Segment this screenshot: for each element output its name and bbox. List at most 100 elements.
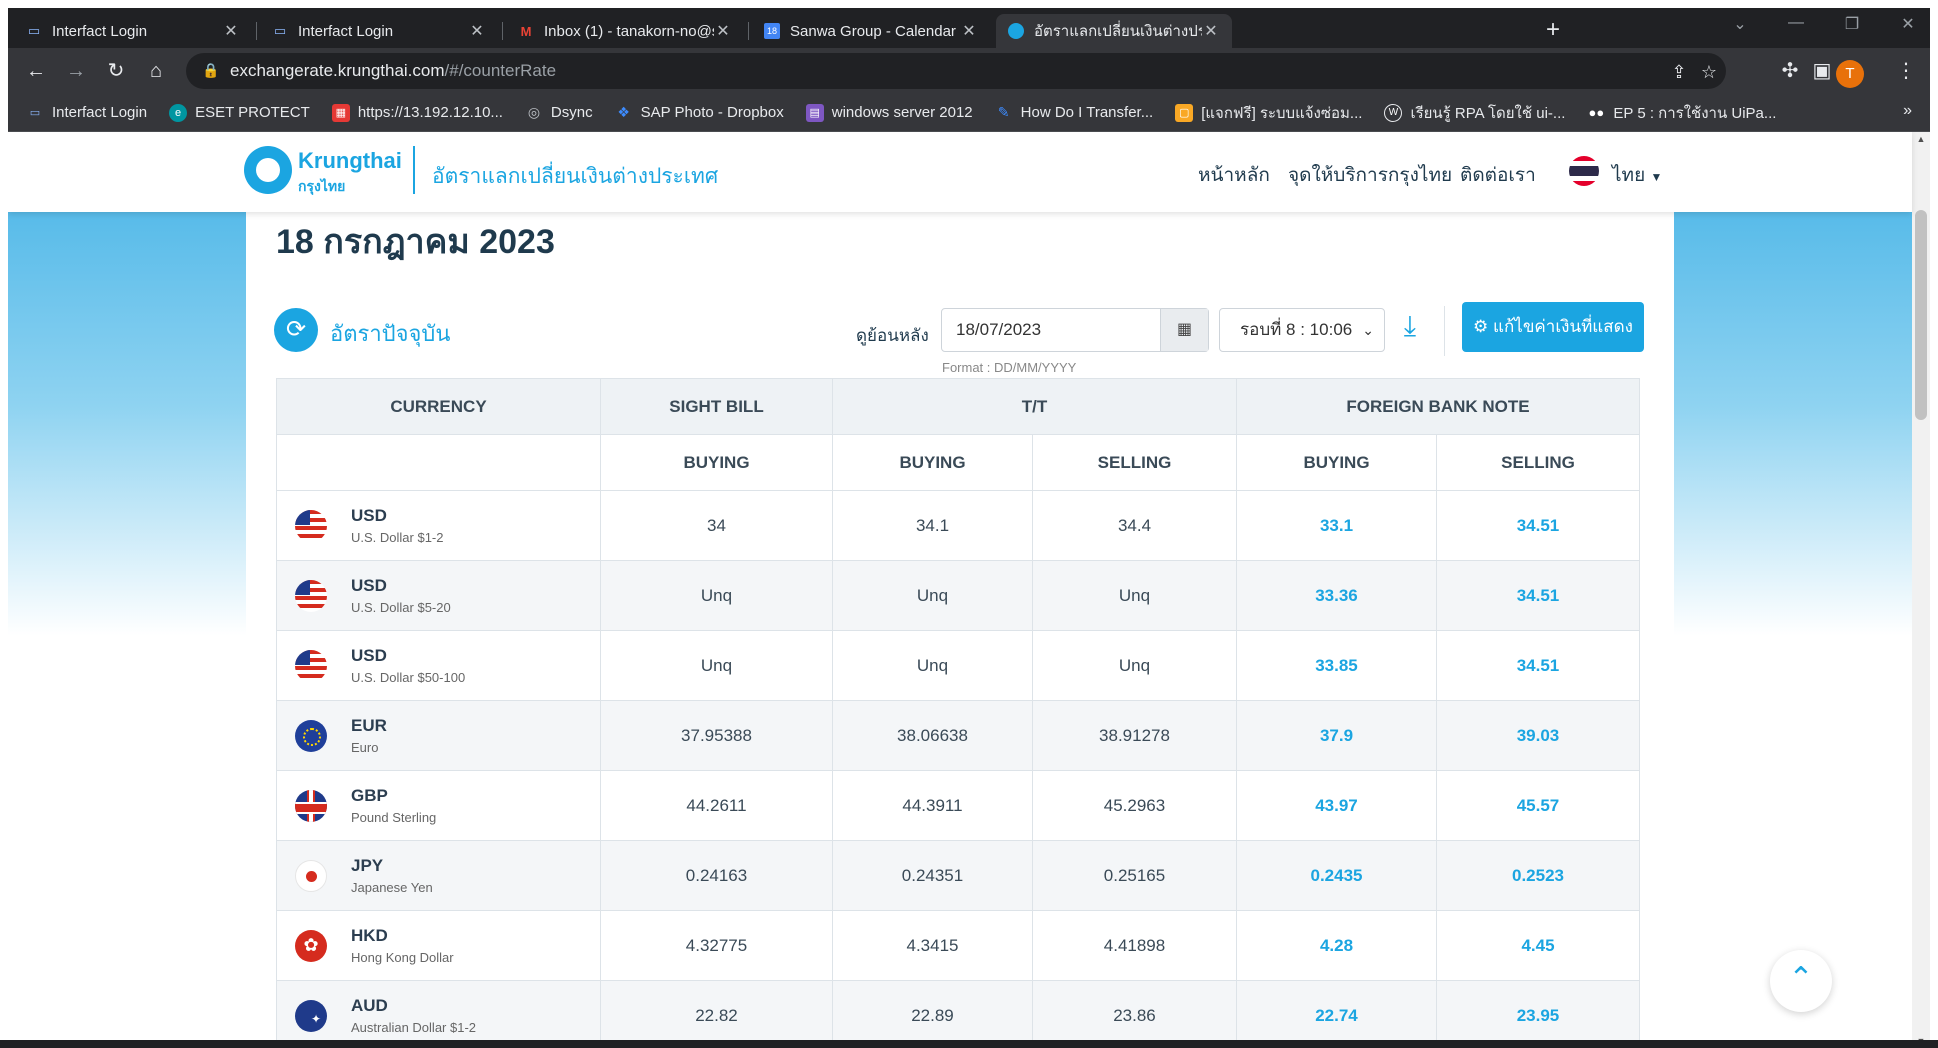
sight-bill-buying: Unq: [600, 560, 833, 631]
nav-branches[interactable]: จุดให้บริการกรุงไทย: [1288, 160, 1452, 190]
date-format-hint: Format : DD/MM/YYYY: [942, 360, 1077, 375]
tab-calendar[interactable]: 18 Sanwa Group - Calendar - Week ✕: [752, 14, 990, 48]
currency-cell: AUD Australian Dollar $1-2: [276, 980, 601, 1048]
window-close-icon[interactable]: ✕: [1888, 14, 1928, 34]
address-bar[interactable]: 🔒 exchangerate.krungthai.com/#/counterRa…: [186, 53, 1726, 89]
forward-icon[interactable]: →: [62, 57, 90, 85]
note-selling: 34.51: [1436, 630, 1640, 701]
bookmarks-bar: ▭ Interfact Login e ESET PROTECT ▦ https://…: [8, 94, 1930, 132]
maximize-icon[interactable]: ❐: [1832, 14, 1872, 34]
header-tt: T/T: [832, 378, 1237, 435]
look-back-label: ดูย้อนหลัง: [856, 326, 929, 345]
tab-gmail-inbox[interactable]: M Inbox (1) - tanakorn-no@sap.san ✕: [506, 14, 744, 48]
bookmark-item[interactable]: e ESET PROTECT: [169, 103, 310, 122]
flag-hk-icon: [295, 929, 327, 962]
bookmark-item[interactable]: ✎ How Do I Transfer...: [995, 104, 1154, 122]
menu-kebab-icon[interactable]: ⋮: [1892, 57, 1920, 85]
bookmark-label: SAP Photo - Dropbox: [640, 104, 784, 121]
sight-bill-buying: Unq: [600, 630, 833, 701]
flag-au-icon: [295, 999, 327, 1032]
current-rate-link[interactable]: อัตราปัจจุบัน: [330, 316, 450, 351]
sight-bill-buying: 34: [600, 490, 833, 561]
reload-icon[interactable]: ↻: [102, 57, 130, 85]
side-panel-icon[interactable]: ▣: [1808, 57, 1836, 85]
flag-us-icon: [295, 649, 327, 682]
bookmark-label: Dsync: [550, 104, 593, 121]
browser-toolbar: ← → ↻ ⌂ 🔒 exchangerate.krungthai.com/#/c…: [8, 48, 1930, 94]
edit-currency-button[interactable]: ⚙ แก้ไขค่าเงินที่แสดง: [1462, 302, 1644, 352]
tt-buying: 22.89: [832, 980, 1033, 1048]
close-icon[interactable]: ✕: [222, 21, 240, 41]
close-icon[interactable]: ✕: [960, 21, 978, 41]
logo-name[interactable]: Krungthai: [298, 148, 402, 174]
header-tt-buying: BUYING: [832, 434, 1033, 491]
page-scrollbar[interactable]: ▲ ▼: [1912, 132, 1930, 1048]
tab-search-chevron-icon[interactable]: ⌄: [1720, 14, 1760, 34]
bookmark-label: How Do I Transfer...: [1020, 104, 1154, 121]
url-host: exchangerate.krungthai.com: [230, 61, 445, 80]
tab-title: Interfact Login: [52, 22, 148, 40]
pen-icon: ✎: [997, 104, 1010, 120]
round-select[interactable]: รอบที่ 8 : 10:06 ⌄: [1219, 308, 1385, 352]
date-picker[interactable]: 18/07/2023 ▦: [941, 308, 1209, 352]
bookmarks-overflow-icon[interactable]: »: [1903, 102, 1912, 120]
profile-avatar[interactable]: T: [1836, 60, 1864, 88]
currency-text: HKD Hong Kong Dollar: [351, 926, 454, 965]
nav-contact[interactable]: ติดต่อเรา: [1460, 160, 1536, 190]
bookmark-item[interactable]: ▤ windows server 2012: [805, 103, 973, 122]
currency-wrap: HKD Hong Kong Dollar: [295, 926, 600, 965]
scroll-up-arrow-icon[interactable]: ▲: [1912, 134, 1930, 144]
header-note-buying: BUYING: [1236, 434, 1437, 491]
sight-bill-buying: 44.2611: [600, 770, 833, 841]
tt-buying: 38.06638: [832, 700, 1033, 771]
scroll-to-top-button[interactable]: ⌃: [1770, 950, 1832, 1012]
calendar-icon[interactable]: ▦: [1160, 309, 1208, 351]
refresh-icon[interactable]: ⟳: [274, 308, 318, 352]
bookmark-item[interactable]: W เรียนรู้ RPA โดยใช้ ui-...: [1384, 101, 1565, 125]
back-icon[interactable]: ←: [22, 57, 50, 85]
new-tab-icon[interactable]: +: [1538, 16, 1568, 46]
extensions-icon[interactable]: ✣: [1776, 57, 1804, 85]
bookmark-item[interactable]: ◎ Dsync: [525, 104, 593, 122]
currency-name: Japanese Yen: [351, 880, 433, 895]
scrollbar-thumb[interactable]: [1915, 210, 1927, 420]
bookmark-item[interactable]: ●● EP 5 : การใช้งาน UiPa...: [1587, 101, 1777, 125]
thai-flag-icon[interactable]: [1569, 156, 1599, 186]
tt-buying: 4.3415: [832, 910, 1033, 981]
date-field[interactable]: 18/07/2023: [942, 309, 1160, 351]
currency-name: Euro: [351, 740, 379, 755]
header-tt-selling: SELLING: [1032, 434, 1237, 491]
close-icon[interactable]: ✕: [1202, 21, 1220, 41]
bookmark-item[interactable]: ▭ Interfact Login: [26, 104, 147, 122]
bookmark-star-icon[interactable]: ☆: [1696, 62, 1722, 83]
wordpress-icon: W: [1384, 103, 1403, 122]
tab-exchange-rate[interactable]: อัตราแลกเปลี่ยนเงินต่างประเทศ - ธนาค ✕: [996, 14, 1232, 48]
orange-square-icon: ▢: [1175, 103, 1194, 122]
tab-interfact-login-1[interactable]: ▭ Interfact Login ✕: [14, 14, 252, 48]
krungthai-logo-icon[interactable]: [244, 146, 292, 194]
table-row: EUR Euro 37.95388 38.06638 38.91278 37.9 39.03: [276, 700, 1640, 771]
currency-cell: HKD Hong Kong Dollar: [276, 910, 601, 981]
language-selector[interactable]: ไทย ▼: [1612, 160, 1662, 190]
home-icon[interactable]: ⌂: [142, 57, 170, 85]
tab-interfact-login-2[interactable]: ▭ Interfact Login ✕: [260, 14, 498, 48]
share-icon[interactable]: ⇪: [1666, 62, 1692, 83]
site-header: Krungthai กรุงไทย อัตราแลกเปลี่ยนเงินต่า…: [8, 132, 1912, 212]
minimize-icon[interactable]: —: [1776, 14, 1816, 32]
tab-title: Interfact Login: [298, 22, 394, 40]
nav-home[interactable]: หน้าหลัก: [1198, 160, 1270, 190]
tab-title: Inbox (1) - tanakorn-no@sap.san: [544, 22, 714, 40]
site-title: อัตราแลกเปลี่ยนเงินต่างประเทศ: [432, 165, 719, 188]
currency-code: AUD: [351, 996, 388, 1015]
bookmark-item[interactable]: ▢ [แจกฟรี] ระบบแจ้งซ่อม...: [1175, 101, 1362, 125]
currency-code: GBP: [351, 786, 388, 805]
close-icon[interactable]: ✕: [468, 21, 486, 41]
bookmark-label: ESET PROTECT: [195, 104, 310, 121]
currency-name: Hong Kong Dollar: [351, 950, 454, 965]
bookmark-item[interactable]: ❖ SAP Photo - Dropbox: [615, 104, 784, 122]
download-icon[interactable]: ⤓: [1394, 310, 1426, 346]
bookmark-item[interactable]: ▦ https://13.192.12.10...: [331, 103, 503, 122]
tt-selling: 38.91278: [1032, 700, 1237, 771]
close-icon[interactable]: ✕: [714, 21, 732, 41]
currency-wrap: JPY Japanese Yen: [295, 856, 600, 895]
